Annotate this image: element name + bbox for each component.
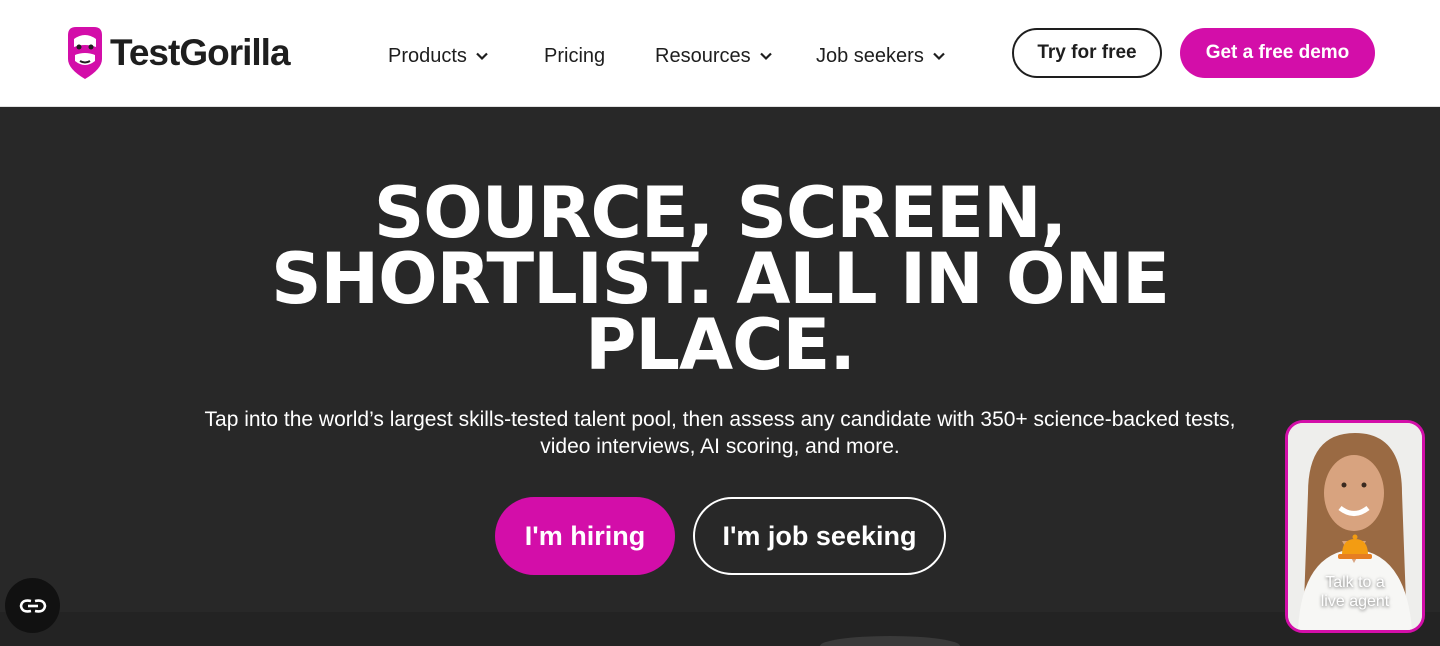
agent-label-line-2: live agent — [1320, 593, 1390, 610]
brand-logo[interactable]: TestGorilla — [64, 24, 291, 82]
chevron-down-icon — [476, 52, 488, 61]
nav-pricing[interactable]: Pricing — [544, 38, 605, 74]
accessibility-button[interactable] — [5, 578, 60, 633]
get-demo-button[interactable]: Get a free demo — [1180, 28, 1375, 78]
hero-title: SOURCE, SCREEN, SHORTLIST. ALL IN ONE PL… — [120, 172, 1320, 386]
hero-subtitle-line-2: video interviews, AI scoring, and more. — [540, 435, 900, 458]
gorilla-logo-icon — [68, 27, 102, 79]
hero-title-line-3: PLACE. — [585, 304, 856, 386]
im-hiring-button[interactable]: I'm hiring — [495, 497, 675, 575]
nav-job-seekers[interactable]: Job seekers — [816, 38, 946, 74]
chevron-down-icon — [933, 52, 945, 61]
next-section-strip — [0, 612, 1440, 646]
nav-pricing-label: Pricing — [544, 44, 606, 67]
site-header: TestGorilla Products Pricing Resources J… — [0, 0, 1440, 107]
nav-products[interactable]: Products — [388, 38, 489, 74]
accessibility-icon — [19, 598, 46, 613]
im-job-seeking-button[interactable]: I'm job seeking — [693, 497, 946, 575]
hero-subtitle-line-1: Tap into the world’s largest skills-test… — [204, 408, 1236, 431]
live-agent-widget[interactable]: Talk to a live agent — [1285, 420, 1425, 633]
try-for-free-button[interactable]: Try for free — [1012, 28, 1162, 78]
agent-label-line-1: Talk to a — [1325, 574, 1385, 591]
hero-subtitle: Tap into the world’s largest skills-test… — [170, 406, 1270, 460]
agent-label: Talk to a live agent — [1288, 573, 1422, 611]
nav-resources-label: Resources — [655, 44, 751, 67]
chevron-down-icon — [759, 52, 772, 61]
nav-products-label: Products — [388, 44, 467, 67]
hero-title-line-2: SHORTLIST. ALL IN ONE — [271, 238, 1170, 320]
nav-resources[interactable]: Resources — [655, 38, 773, 74]
brand-name: TestGorilla — [110, 32, 291, 73]
nav-job-seekers-label: Job seekers — [816, 44, 924, 67]
hero-title-line-1: SOURCE, SCREEN, — [373, 172, 1067, 254]
